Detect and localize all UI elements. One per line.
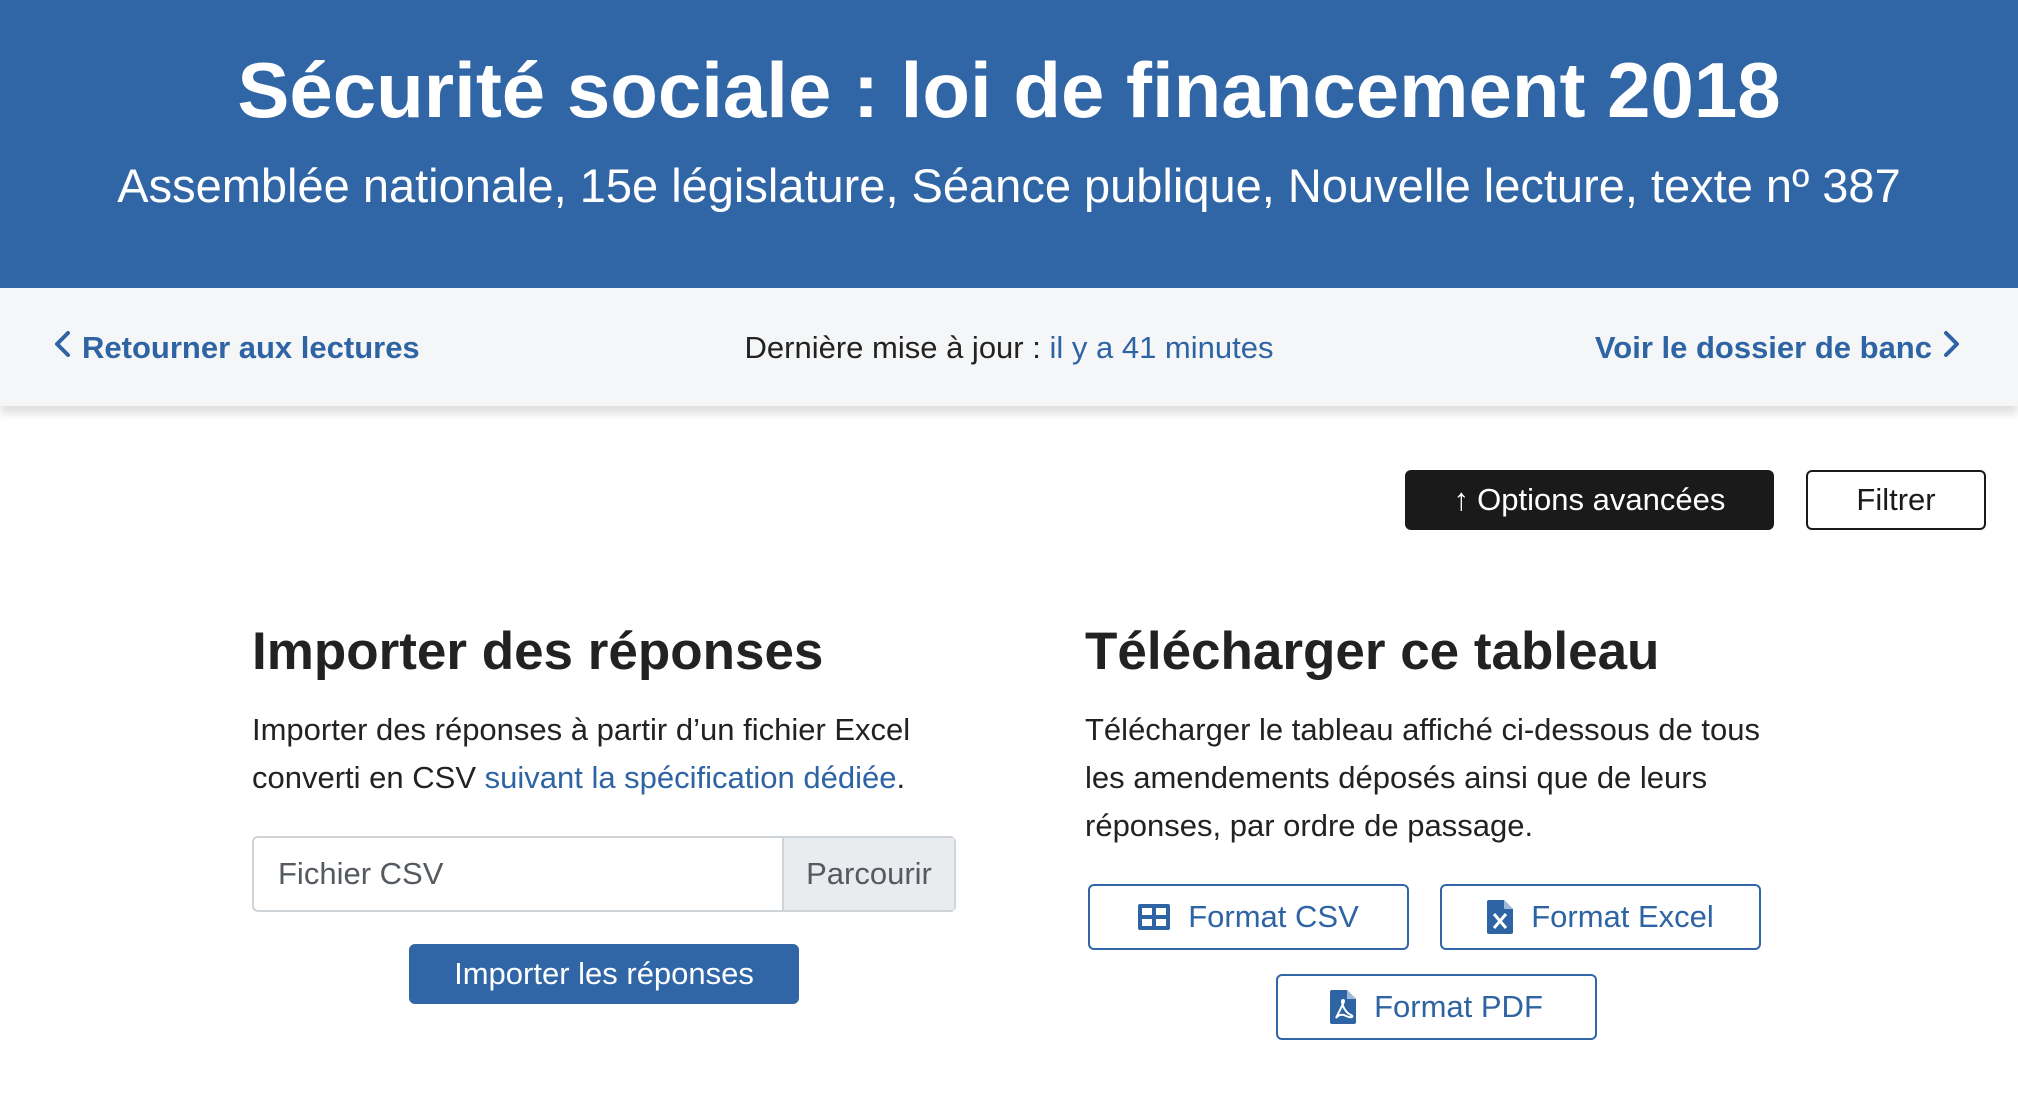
advanced-options-label: Options avancées: [1477, 482, 1726, 517]
import-description-end: .: [896, 760, 906, 795]
import-responses-button[interactable]: Importer les réponses: [409, 944, 799, 1004]
specification-link[interactable]: suivant la spécification dédiée: [485, 760, 897, 795]
table-icon: [1138, 904, 1171, 930]
page-title: Sécurité sociale : loi de financement 20…: [237, 46, 1781, 134]
filter-button[interactable]: Filtrer: [1806, 470, 1986, 530]
pdf-file-icon: [1330, 990, 1357, 1024]
excel-button-label: Format Excel: [1531, 899, 1714, 934]
navigation-bar: Retourner aux lectures Dernière mise à j…: [0, 288, 2018, 406]
arrow-up-icon: ↑: [1453, 482, 1470, 517]
csv-file-input[interactable]: Fichier CSV Parcourir: [252, 836, 956, 912]
download-csv-button[interactable]: Format CSV: [1088, 884, 1409, 950]
advanced-options-button[interactable]: ↑ Options avancées: [1405, 470, 1774, 530]
excel-file-icon: [1487, 900, 1514, 934]
download-excel-button[interactable]: Format Excel: [1440, 884, 1761, 950]
view-bench-file-link[interactable]: Voir le dossier de banc: [1595, 330, 1962, 366]
import-section-description: Importer des réponses à partir d’un fich…: [252, 706, 922, 802]
csv-button-label: Format CSV: [1188, 899, 1359, 934]
import-section-title: Importer des réponses: [252, 622, 824, 681]
download-pdf-button[interactable]: Format PDF: [1276, 974, 1597, 1040]
last-update-label: Dernière mise à jour :: [744, 330, 1041, 365]
forward-link-label: Voir le dossier de banc: [1594, 330, 1932, 365]
page-subtitle: Assemblée nationale, 15e législature, Sé…: [117, 159, 1901, 212]
last-update-time: il y a 41 minutes: [1049, 330, 1274, 365]
page-header: Sécurité sociale : loi de financement 20…: [0, 0, 2018, 288]
pdf-button-label: Format PDF: [1374, 989, 1543, 1024]
browse-button[interactable]: Parcourir: [782, 838, 954, 910]
file-input-placeholder[interactable]: Fichier CSV: [254, 838, 782, 910]
download-section-description: Télécharger le tableau affiché ci-dessou…: [1085, 712, 1760, 843]
chevron-right-icon: [1942, 329, 1962, 367]
download-section-title: Télécharger ce tableau: [1085, 622, 1660, 681]
